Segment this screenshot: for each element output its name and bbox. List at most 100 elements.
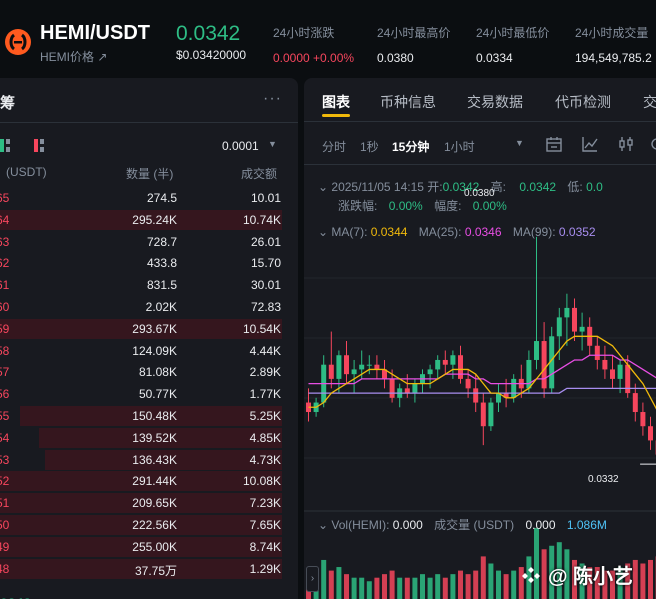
orderbook-row[interactable]: 48 37.75万 1.29K: [0, 558, 298, 580]
precision-select[interactable]: 0.0001: [222, 139, 259, 153]
total-cell: 5.25K: [249, 408, 281, 423]
price-cell: 59: [0, 321, 10, 336]
tab-trading-data[interactable]: 交易数据: [467, 92, 523, 112]
vol-amount: 0.000: [525, 518, 556, 532]
candle-body: [511, 378, 517, 398]
settings-icon[interactable]: [648, 135, 656, 153]
orderbook-row[interactable]: 64 295.24K 10.74K: [0, 209, 298, 231]
qty-cell: 255.00K: [132, 539, 177, 554]
orderbook-row[interactable]: 51 209.65K 7.23K: [0, 492, 298, 514]
candle-datetime: 2025/11/05 14:15: [331, 180, 424, 194]
orderbook-row[interactable]: 57 81.08K 2.89K: [0, 361, 298, 383]
volume-bar: [420, 574, 425, 599]
volume-bar: [427, 577, 433, 599]
qty-cell: 139.52K: [132, 430, 177, 445]
ma99-line: [308, 387, 656, 394]
total-cell: 4.44K: [249, 343, 281, 358]
qty-cell: 293.67K: [132, 321, 177, 336]
chevron-down-icon[interactable]: ▼: [268, 139, 277, 149]
orderbook-row[interactable]: 60 2.02K 72.83: [0, 296, 298, 318]
expand-sidebar-icon[interactable]: ›: [306, 566, 319, 592]
tab-chart[interactable]: 图表: [322, 92, 350, 112]
candle-body: [602, 359, 608, 370]
candle-body: [412, 383, 418, 394]
total-cell: 4.85K: [249, 430, 281, 445]
candle-body: [389, 378, 395, 398]
orderbook-row[interactable]: 56 50.77K 1.77K: [0, 383, 298, 405]
total-cell: 1.29K: [249, 561, 281, 576]
orderbook-row[interactable]: 59 293.67K 10.54K: [0, 318, 298, 340]
total-cell: 4.73K: [249, 452, 281, 467]
price-cell: 57: [0, 365, 10, 380]
volume-bar: [488, 563, 494, 599]
candle-body: [640, 412, 646, 427]
collapse-icon[interactable]: ⌄: [318, 518, 328, 532]
qty-cell: 81.08K: [138, 365, 177, 380]
orderbook-row[interactable]: 54 139.52K 4.85K: [0, 427, 298, 449]
candle-body: [556, 317, 562, 337]
qty-cell: 50.77K: [138, 387, 177, 402]
candle-body: [374, 364, 380, 370]
qty-cell: 433.8: [146, 256, 177, 271]
orderbook-row[interactable]: 53 136.43K 4.73K: [0, 449, 298, 471]
stat-24h-volume: 24小时成交量 194,549,785.2: [575, 24, 652, 65]
orderbook-row[interactable]: 55 150.48K 5.25K: [0, 405, 298, 427]
timeframe-15m[interactable]: 15分钟: [392, 138, 429, 155]
candle-body: [442, 359, 448, 365]
stat-value: 0.0000 +0.00%: [273, 51, 355, 65]
timeframe-1h[interactable]: 1小时: [444, 138, 475, 155]
pair-price-link[interactable]: HEMI价格 ↗: [40, 48, 107, 65]
candlestick-chart[interactable]: [304, 218, 656, 599]
candle-body: [404, 388, 410, 394]
tab-coin-info[interactable]: 币种信息: [380, 92, 436, 112]
timeframe-more-icon[interactable]: ▼: [515, 138, 524, 148]
orderbook-row[interactable]: 65 274.5 10.01: [0, 187, 298, 209]
orderbook-row[interactable]: 58 124.09K 4.44K: [0, 340, 298, 362]
orderbook-row[interactable]: 63 728.7 26.01: [0, 231, 298, 253]
candle-body: [328, 364, 334, 379]
timeframe-time[interactable]: 分时: [322, 138, 346, 155]
orderbook-row[interactable]: 50 222.56K 7.65K: [0, 514, 298, 536]
candle-body: [427, 369, 433, 375]
price-cell: 53: [0, 452, 10, 467]
qty-cell: 291.44K: [132, 474, 177, 489]
divider: [304, 121, 656, 122]
more-menu-icon[interactable]: ···: [263, 90, 282, 108]
total-cell: 10.54K: [242, 321, 281, 336]
orderbook-row[interactable]: 62 433.8 15.70: [0, 252, 298, 274]
stat-value: 0.0380: [377, 51, 414, 65]
total-cell: 8.74K: [249, 539, 281, 554]
volume-bar: [480, 556, 486, 599]
price-cell: 52: [0, 474, 10, 489]
candle-body: [359, 364, 365, 370]
vol-value: 0.000: [392, 518, 423, 532]
pair-title[interactable]: HEMI/USDT: [40, 22, 150, 45]
candle-body: [480, 402, 486, 427]
stat-label: 24小时最低价: [476, 26, 550, 40]
candle-body: [610, 369, 615, 379]
orderbook-row[interactable]: 61 831.5 30.01: [0, 274, 298, 296]
candle-body: [435, 359, 441, 370]
candle-body: [450, 355, 456, 365]
candle-body: [564, 307, 570, 318]
vol-ma: 1.086M: [566, 518, 607, 532]
low-price-marker: 0.0332: [588, 474, 619, 485]
chart-line-icon[interactable]: [581, 135, 599, 153]
collapse-icon[interactable]: ⌄: [318, 180, 328, 194]
tab-token-check[interactable]: 代币检测: [555, 92, 611, 112]
timeframe-1s[interactable]: 1秒: [360, 138, 379, 155]
amp-value: 0.00%: [472, 199, 507, 213]
orderbook-view-both-icon[interactable]: [0, 139, 10, 152]
volume-bar: [640, 563, 646, 599]
candle-body: [488, 402, 494, 427]
total-cell: 15.70: [250, 256, 281, 271]
orderbook-view-asks-icon[interactable]: [34, 139, 44, 152]
calendar-icon[interactable]: [545, 135, 563, 153]
price-cell: 58: [0, 343, 10, 358]
divider: [0, 122, 298, 123]
qty-cell: 209.65K: [132, 496, 177, 511]
tab-more[interactable]: 交: [643, 92, 656, 112]
indicator-icon[interactable]: [617, 135, 635, 153]
orderbook-row[interactable]: 49 255.00K 8.74K: [0, 536, 298, 558]
orderbook-row[interactable]: 52 291.44K 10.08K: [0, 470, 298, 492]
